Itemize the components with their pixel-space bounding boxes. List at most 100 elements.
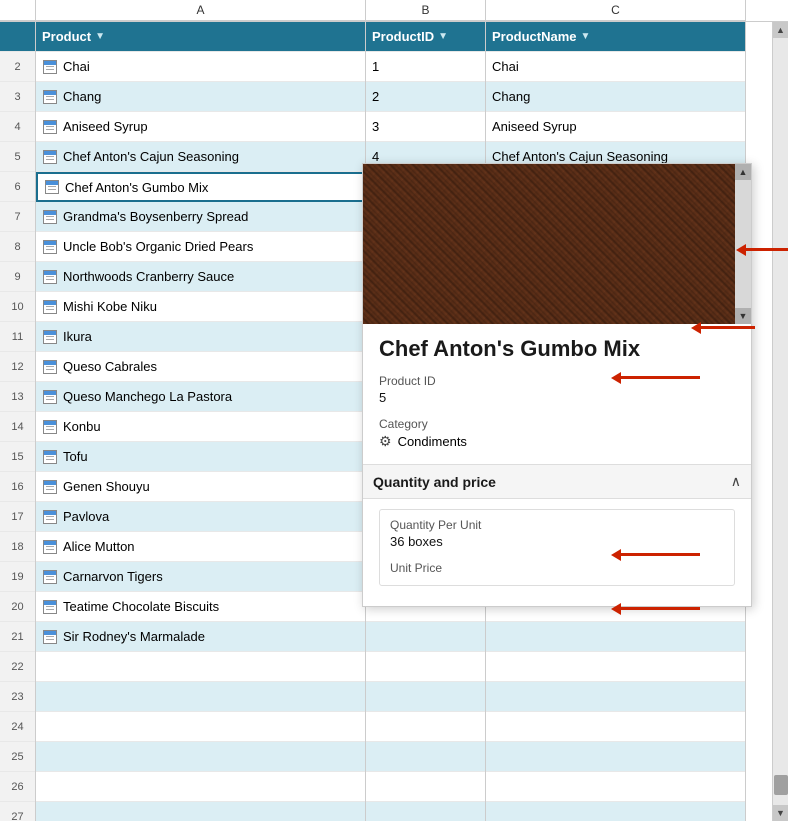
cell-a-17[interactable]: Pavlova — [36, 502, 365, 532]
arrow-2 — [700, 326, 755, 329]
row-num-12: 12 — [0, 352, 35, 382]
row-num-corner — [0, 0, 36, 21]
row-num-8: 8 — [0, 232, 35, 262]
cell-a-12[interactable]: Queso Cabrales — [36, 352, 365, 382]
cell-a-13[interactable]: Queso Manchego La Pastora — [36, 382, 365, 412]
record-icon-18 — [42, 539, 58, 555]
cell-b-27[interactable] — [366, 802, 485, 821]
header-productname: ProductName▼ — [486, 22, 745, 52]
row-num-9: 9 — [0, 262, 35, 292]
cell-b-26[interactable] — [366, 772, 485, 802]
section-chevron: ∧ — [731, 473, 741, 490]
product-name-19: Carnarvon Tigers — [63, 569, 163, 584]
row-num-13: 13 — [0, 382, 35, 412]
cell-c-27[interactable] — [486, 802, 745, 821]
product-name-17: Pavlova — [63, 509, 109, 524]
popup-title: Chef Anton's Gumbo Mix — [379, 336, 735, 362]
row-num-27: 27 — [0, 802, 35, 821]
cell-b-4[interactable]: 3 — [366, 112, 485, 142]
category-value: Condiments — [398, 434, 467, 449]
cell-b-3[interactable]: 2 — [366, 82, 485, 112]
section-header[interactable]: Quantity and price ∧ — [363, 464, 751, 499]
cell-a-18[interactable]: Alice Mutton — [36, 532, 365, 562]
unit-price-label: Unit Price — [390, 561, 724, 575]
record-icon-14 — [42, 419, 58, 435]
cell-a-14[interactable]: Konbu — [36, 412, 365, 442]
cell-a-19[interactable]: Carnarvon Tigers — [36, 562, 365, 592]
record-icon-11 — [42, 329, 58, 345]
cell-a-26[interactable] — [36, 772, 365, 802]
cell-a-24[interactable] — [36, 712, 365, 742]
cell-b-24[interactable] — [366, 712, 485, 742]
scroll-thumb[interactable] — [774, 775, 788, 795]
cell-c-25[interactable] — [486, 742, 745, 772]
cell-a-27[interactable] — [36, 802, 365, 821]
cell-a-20[interactable]: Teatime Chocolate Biscuits — [36, 592, 365, 622]
record-popup: ▲ ▼ Chef Anton's Gumbo Mix Product ID 5 … — [362, 163, 752, 607]
cell-a-15[interactable]: Tofu — [36, 442, 365, 472]
cell-b-21[interactable] — [366, 622, 485, 652]
record-icon-7 — [42, 209, 58, 225]
cell-a-5[interactable]: Chef Anton's Cajun Seasoning — [36, 142, 365, 172]
row-num-22: 22 — [0, 652, 35, 682]
cell-a-10[interactable]: Mishi Kobe Niku — [36, 292, 365, 322]
cell-b-23[interactable] — [366, 682, 485, 712]
popup-image: ▲ ▼ — [363, 164, 751, 324]
cell-a-11[interactable]: Ikura — [36, 322, 365, 352]
record-icon-19 — [42, 569, 58, 585]
cell-c-3[interactable]: Chang — [486, 82, 745, 112]
cell-b-22[interactable] — [366, 652, 485, 682]
arrow-4 — [620, 553, 700, 556]
category-row: ⚙ Condiments — [379, 433, 735, 450]
scroll-up-btn[interactable]: ▲ — [773, 22, 788, 38]
spreadsheet: A B C 2345678910111213141516171819202122… — [0, 0, 788, 821]
popup-scroll-up[interactable]: ▲ — [735, 164, 751, 180]
cell-a-23[interactable] — [36, 682, 365, 712]
qty-value: 36 boxes — [390, 534, 724, 549]
product-name-16: Genen Shouyu — [63, 479, 150, 494]
cell-a-7[interactable]: Grandma's Boysenberry Spread — [36, 202, 365, 232]
qty-box: Quantity Per Unit 36 boxes Unit Price — [379, 509, 735, 586]
qty-label: Quantity Per Unit — [390, 518, 724, 532]
cell-c-23[interactable] — [486, 682, 745, 712]
cell-a-2[interactable]: Chai — [36, 52, 365, 82]
column-letter-headers: A B C — [0, 0, 788, 22]
cell-a-8[interactable]: Uncle Bob's Organic Dried Pears — [36, 232, 365, 262]
cell-a-3[interactable]: Chang — [36, 82, 365, 112]
cell-a-25[interactable] — [36, 742, 365, 772]
scroll-track[interactable] — [773, 38, 788, 805]
cell-c-4[interactable]: Aniseed Syrup — [486, 112, 745, 142]
cell-c-24[interactable] — [486, 712, 745, 742]
cell-b-25[interactable] — [366, 742, 485, 772]
row-num-5: 5 — [0, 142, 35, 172]
cell-a-21[interactable]: Sir Rodney's Marmalade — [36, 622, 365, 652]
filter-icon-b[interactable]: ▼ — [438, 31, 448, 42]
cell-a-22[interactable] — [36, 652, 365, 682]
cell-c-2[interactable]: Chai — [486, 52, 745, 82]
cell-a-6[interactable]: Chef Anton's Gumbo Mix — [36, 172, 365, 202]
cell-a-9[interactable]: Northwoods Cranberry Sauce — [36, 262, 365, 292]
product-name-4: Aniseed Syrup — [63, 119, 148, 134]
header-product: Product▼ — [36, 22, 365, 52]
product-name-18: Alice Mutton — [63, 539, 135, 554]
category-label: Category — [379, 417, 735, 431]
cell-c-21[interactable] — [486, 622, 745, 652]
vertical-scrollbar[interactable]: ▲ ▼ — [772, 22, 788, 821]
cell-c-26[interactable] — [486, 772, 745, 802]
cell-a-16[interactable]: Genen Shouyu — [36, 472, 365, 502]
record-icon-10 — [42, 299, 58, 315]
record-icon-2 — [42, 59, 58, 75]
record-icon-6 — [44, 179, 60, 195]
popup-scroll-down[interactable]: ▼ — [735, 308, 751, 324]
cell-c-22[interactable] — [486, 652, 745, 682]
filter-icon-a[interactable]: ▼ — [95, 31, 105, 42]
cell-a-4[interactable]: Aniseed Syrup — [36, 112, 365, 142]
record-icon-5 — [42, 149, 58, 165]
col-letter-a: A — [36, 0, 366, 21]
category-icon: ⚙ — [379, 433, 392, 450]
scroll-down-btn[interactable]: ▼ — [773, 805, 788, 821]
product-name-11: Ikura — [63, 329, 92, 344]
arrow-1 — [745, 248, 788, 251]
filter-icon-c[interactable]: ▼ — [581, 31, 591, 42]
cell-b-2[interactable]: 1 — [366, 52, 485, 82]
